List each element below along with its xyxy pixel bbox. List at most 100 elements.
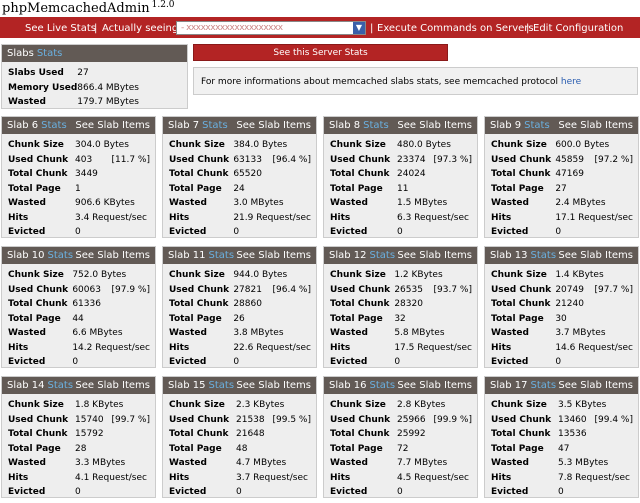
slab-row: Evicted 0 bbox=[8, 485, 150, 500]
execute-commands-link[interactable]: Execute Commands on Servers bbox=[377, 23, 534, 34]
slab-field-label: Hits bbox=[491, 342, 512, 353]
see-slab-items-link[interactable]: See Slab Items bbox=[75, 247, 150, 264]
slabs-summary-stats-label: Stats bbox=[36, 48, 63, 59]
slab-panel: Slab 13 Stats See Slab Items Chunk Size 1.4 … bbox=[484, 246, 639, 368]
slab-field-value: 480.0 Bytes bbox=[397, 140, 451, 151]
slab-row: Wasted 7.7 MBytes bbox=[330, 456, 472, 471]
slab-row: Evicted 0 bbox=[169, 225, 311, 240]
summary-label: Wasted bbox=[8, 97, 46, 108]
slab-row: Total Page 11 bbox=[330, 182, 472, 197]
slab-field-label: Used Chunk bbox=[491, 154, 552, 165]
slab-field-value: 13460 bbox=[558, 414, 587, 425]
slab-field-value: 72 bbox=[397, 443, 409, 454]
slab-field-label: Used Chunk bbox=[8, 414, 69, 425]
slab-row: Hits 7.8 Request/sec bbox=[491, 471, 633, 486]
see-slab-items-link[interactable]: See Slab Items bbox=[397, 117, 472, 134]
slab-row: Total Chunk 21240 bbox=[491, 297, 633, 312]
slab-row: Chunk Size 1.4 KBytes bbox=[491, 268, 633, 283]
slab-row: Wasted 3.7 MBytes bbox=[491, 326, 633, 341]
slab-row: Total Chunk 21648 bbox=[169, 427, 311, 442]
app-name: phpMemcachedAdmin bbox=[2, 1, 150, 16]
summary-value: 866.4 MBytes bbox=[77, 82, 139, 93]
slab-field-label: Total Chunk bbox=[491, 169, 551, 180]
slab-field-label: Hits bbox=[169, 212, 190, 223]
see-server-stats-button[interactable]: See this Server Stats bbox=[193, 44, 448, 61]
slab-field-label: Wasted bbox=[491, 328, 529, 339]
see-slab-items-link[interactable]: See Slab Items bbox=[558, 377, 633, 394]
slab-field-value: 3.4 Request/sec bbox=[75, 212, 147, 223]
slab-header: Slab 10 Stats See Slab Items bbox=[2, 247, 155, 264]
slabs-summary-header: Slabs Stats bbox=[2, 45, 187, 62]
slab-field-label: Chunk Size bbox=[8, 400, 64, 411]
slab-field-label: Total Page bbox=[169, 183, 222, 194]
slab-header: Slab 16 Stats See Slab Items bbox=[324, 377, 477, 394]
slab-field-label: Wasted bbox=[330, 198, 368, 209]
server-select[interactable]: - xxxxxxxxxxxxxxxxxxxx ▼ bbox=[176, 21, 366, 35]
slab-row: Wasted 3.3 MBytes bbox=[8, 456, 150, 471]
app-title: phpMemcachedAdmin 1.2.0 bbox=[2, 0, 175, 16]
see-slab-items-link[interactable]: See Slab Items bbox=[397, 377, 472, 394]
slab-used-percent: [99.5 %] bbox=[272, 414, 311, 425]
slab-field-value: 906.6 KBytes bbox=[75, 198, 135, 209]
see-slab-items-link[interactable]: See Slab Items bbox=[236, 377, 311, 394]
slab-field-value: 5.3 MBytes bbox=[558, 458, 609, 469]
see-slab-items-link[interactable]: See Slab Items bbox=[558, 247, 633, 264]
slab-field-label: Used Chunk bbox=[330, 284, 391, 295]
edit-configuration-link[interactable]: Edit Configuration bbox=[533, 23, 623, 34]
slab-field-label: Total Chunk bbox=[491, 299, 551, 310]
slab-row: Chunk Size 304.0 Bytes bbox=[8, 138, 150, 153]
slab-field-label: Chunk Size bbox=[169, 270, 225, 281]
slab-field-value: 25992 bbox=[397, 429, 426, 440]
slab-title: Slab 12 bbox=[329, 250, 367, 261]
slab-row: Evicted 0 bbox=[169, 355, 311, 370]
see-slab-items-link[interactable]: See Slab Items bbox=[75, 117, 150, 134]
slab-field-label: Total Page bbox=[330, 313, 383, 324]
see-slab-items-link[interactable]: See Slab Items bbox=[75, 377, 150, 394]
protocol-link[interactable]: here bbox=[561, 77, 581, 87]
slab-field-value: 0 bbox=[236, 487, 242, 498]
slab-field-label: Total Page bbox=[491, 443, 544, 454]
slab-field-value: 28320 bbox=[394, 299, 423, 310]
slab-row: Total Chunk 24024 bbox=[330, 167, 472, 182]
slab-header: Slab 17 Stats See Slab Items bbox=[485, 377, 638, 394]
slab-field-value: 2.8 KBytes bbox=[397, 400, 446, 411]
slab-field-label: Used Chunk bbox=[169, 414, 230, 425]
slab-row: Wasted 3.8 MBytes bbox=[169, 326, 311, 341]
slab-field-label: Total Chunk bbox=[8, 299, 68, 310]
slab-field-value: 11 bbox=[397, 183, 409, 194]
see-slab-items-link[interactable]: See Slab Items bbox=[558, 117, 633, 134]
slab-stats-label: Stats bbox=[202, 120, 228, 131]
slab-field-value: 21648 bbox=[236, 429, 265, 440]
slab-row: Total Chunk 65520 bbox=[169, 167, 311, 182]
see-live-stats-link[interactable]: See Live Stats bbox=[25, 23, 96, 34]
slab-field-value: 0 bbox=[558, 487, 564, 498]
slab-header: Slab 7 Stats See Slab Items bbox=[163, 117, 316, 134]
slab-row: Wasted 3.0 MBytes bbox=[169, 196, 311, 211]
slab-field-label: Used Chunk bbox=[169, 284, 230, 295]
slab-stats-label: Stats bbox=[530, 380, 557, 391]
slab-row: Evicted 0 bbox=[8, 355, 150, 370]
slab-title: Slab 17 bbox=[490, 380, 528, 391]
slab-field-label: Used Chunk bbox=[8, 284, 69, 295]
summary-row: Wasted 179.7 MBytes bbox=[8, 95, 139, 110]
slab-field-value: 0 bbox=[555, 357, 562, 368]
slab-field-label: Total Chunk bbox=[330, 169, 390, 180]
see-slab-items-link[interactable]: See Slab Items bbox=[397, 247, 472, 264]
slab-panel: Slab 17 Stats See Slab Items Chunk Size 3.5 … bbox=[484, 376, 639, 498]
slab-header: Slab 14 Stats See Slab Items bbox=[2, 377, 155, 394]
see-slab-items-link[interactable]: See Slab Items bbox=[236, 247, 311, 264]
slab-row: Used Chunk 20749 [97.7 %] bbox=[491, 283, 633, 298]
slab-field-label: Evicted bbox=[491, 357, 529, 368]
slab-row: Evicted 0 bbox=[491, 355, 633, 370]
see-slab-items-link[interactable]: See Slab Items bbox=[236, 117, 311, 134]
slab-field-label: Hits bbox=[330, 472, 351, 483]
slab-field-value: 4.5 Request/sec bbox=[397, 472, 469, 483]
slab-row: Used Chunk 13460 [99.4 %] bbox=[491, 413, 633, 428]
slab-row: Chunk Size 944.0 Bytes bbox=[169, 268, 311, 283]
slab-row: Total Page 30 bbox=[491, 312, 633, 327]
slab-row: Wasted 1.5 MBytes bbox=[330, 196, 472, 211]
slab-field-value: 0 bbox=[233, 357, 240, 368]
slab-field-label: Chunk Size bbox=[169, 400, 225, 411]
slab-field-label: Total Page bbox=[8, 313, 61, 324]
slab-panel: Slab 16 Stats See Slab Items Chunk Size 2.8 … bbox=[323, 376, 478, 498]
